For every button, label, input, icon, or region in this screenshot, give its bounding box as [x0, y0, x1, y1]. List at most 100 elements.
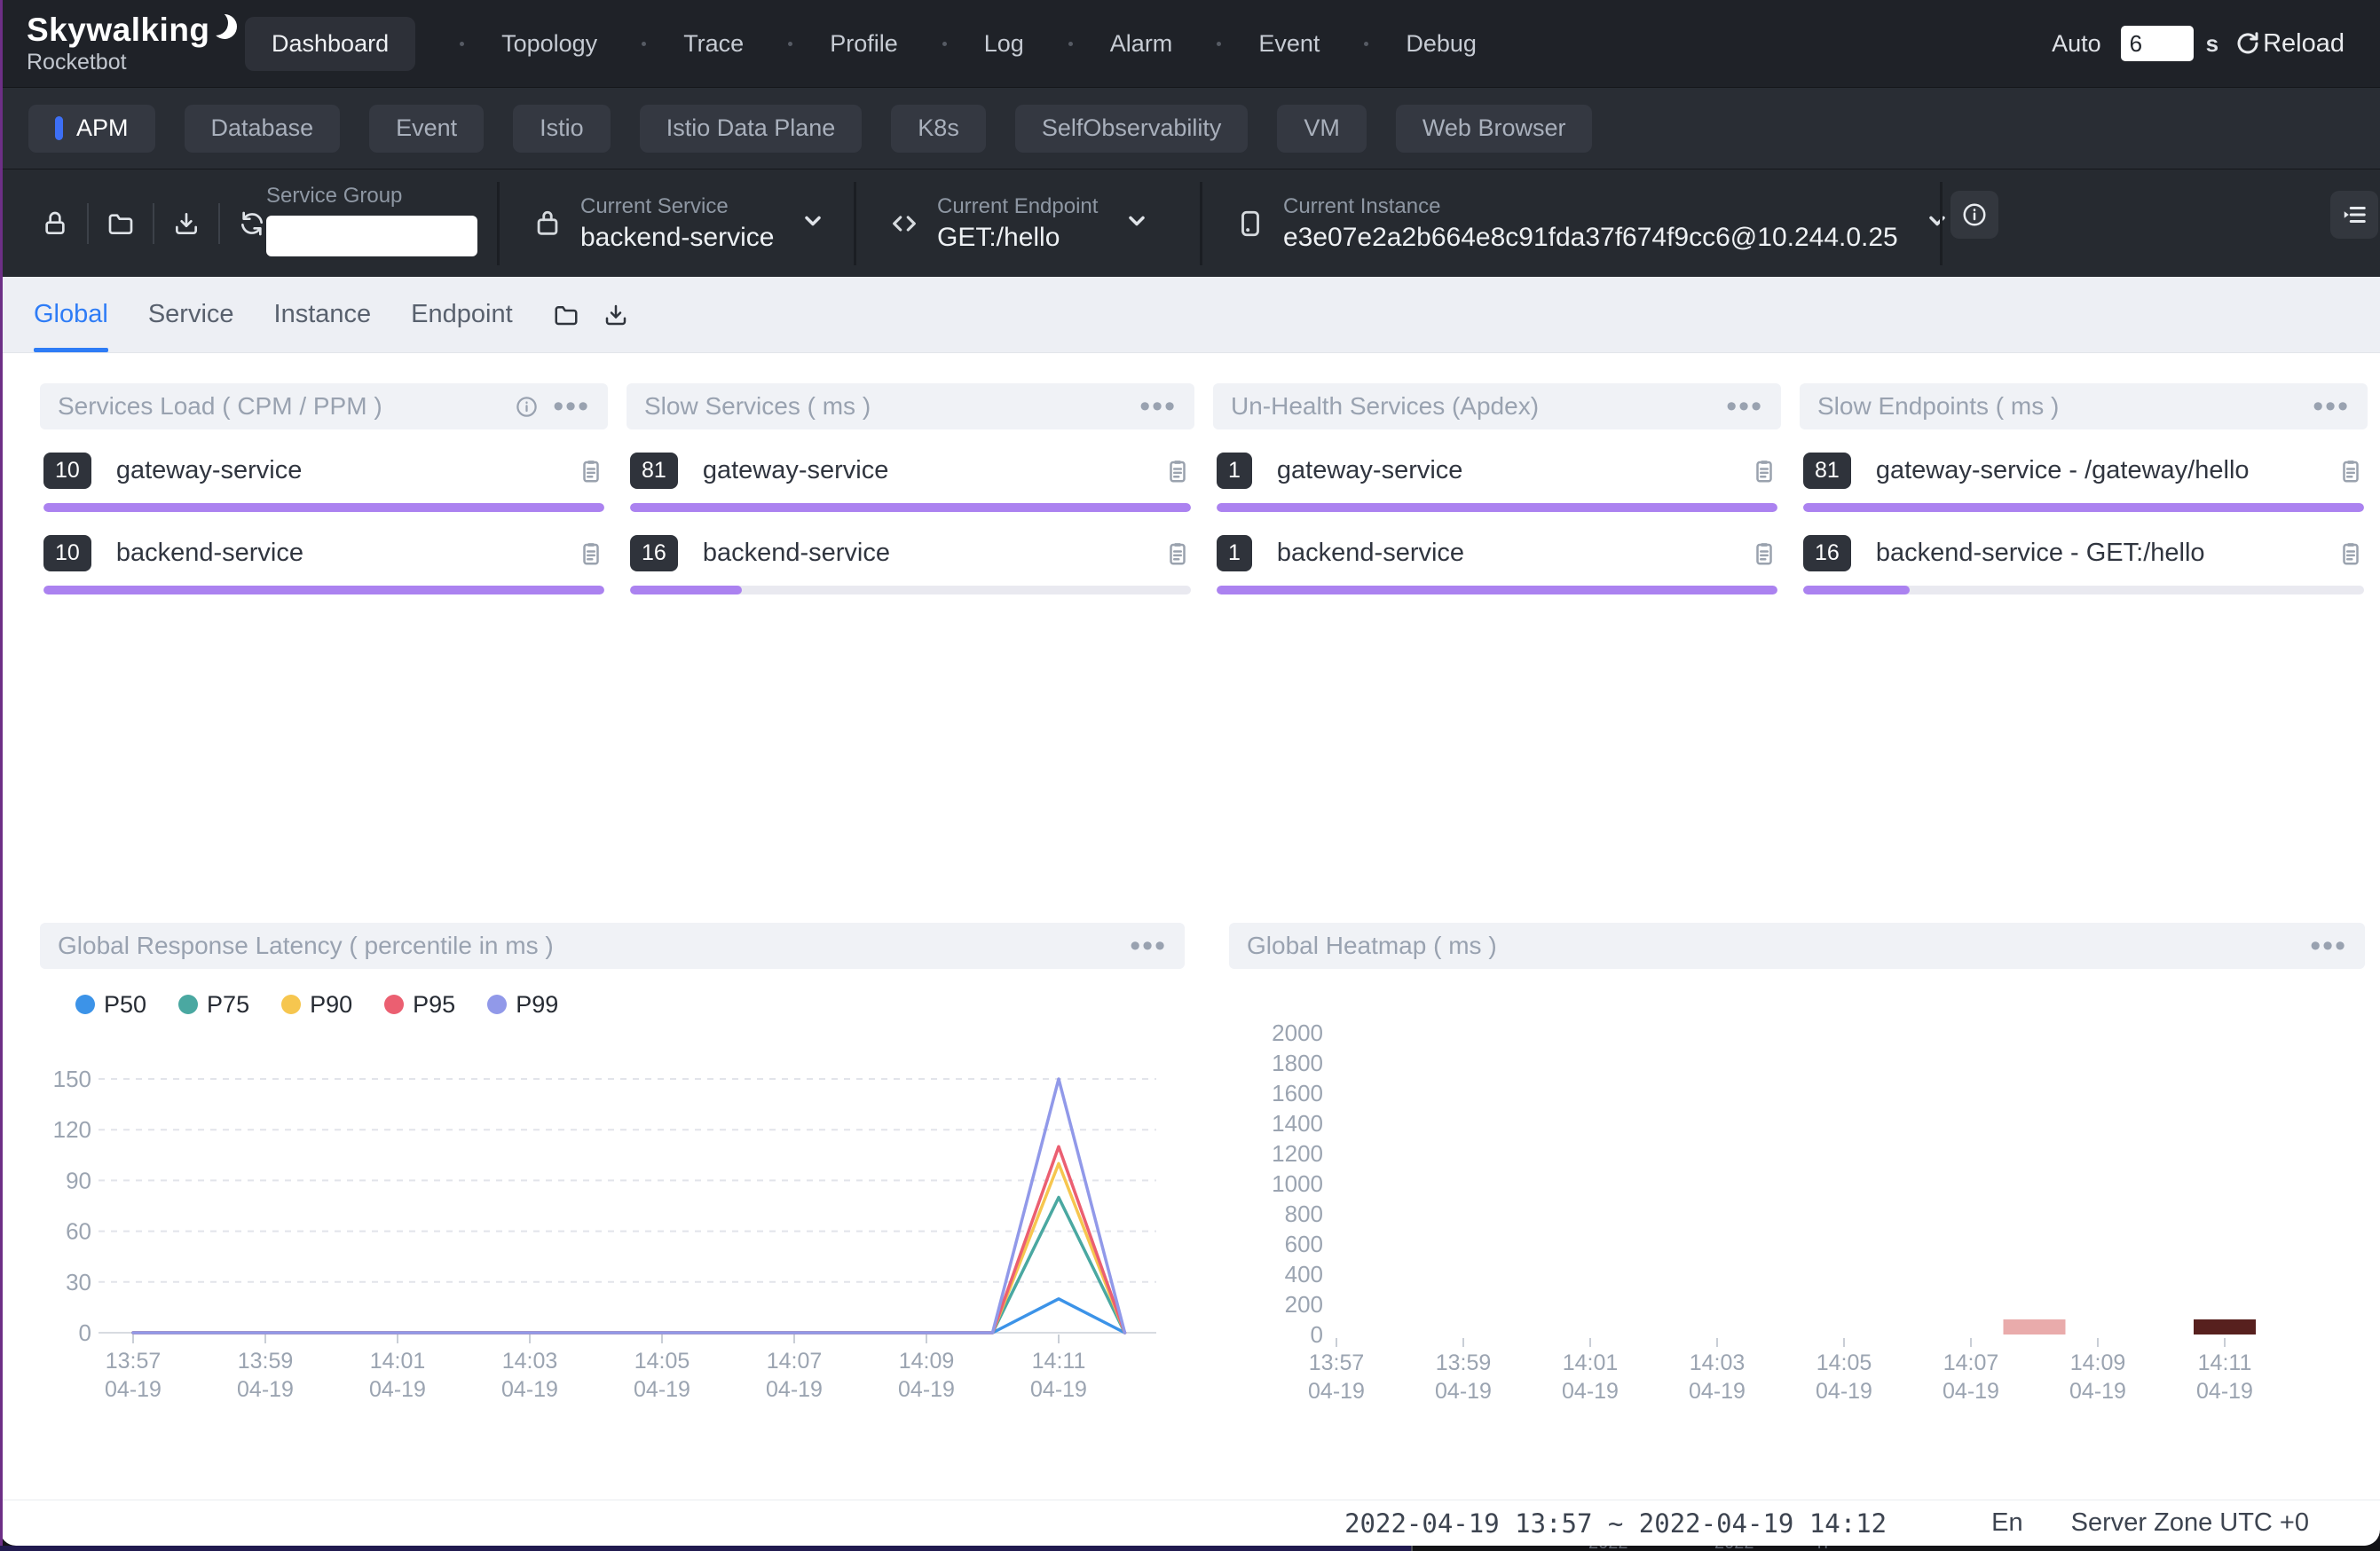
copy-button[interactable] — [2337, 540, 2364, 567]
nav-item-event[interactable]: Event — [1217, 30, 1320, 58]
category-button-k8s[interactable]: K8s — [891, 105, 986, 153]
collapse-panel-button[interactable] — [2330, 191, 2378, 239]
metric-value-badge: 10 — [43, 535, 91, 571]
nav-item-profile[interactable]: Profile — [788, 30, 898, 58]
nav-item-alarm[interactable]: Alarm — [1068, 30, 1173, 58]
svg-text:14:11: 14:11 — [1032, 1349, 1086, 1374]
category-button-web-browser[interactable]: Web Browser — [1396, 105, 1593, 153]
card-menu[interactable]: ••• — [1726, 398, 1763, 415]
language-switch[interactable]: En — [1991, 1508, 2022, 1538]
time-range-picker[interactable]: 2022-04-19 13:57 ~ 2022-04-19 14:12 — [1344, 1508, 1887, 1539]
card-menu[interactable]: ••• — [1139, 398, 1177, 415]
nav-item-topology[interactable]: Topology — [460, 30, 597, 58]
svg-text:14:11: 14:11 — [2198, 1350, 2252, 1375]
heatmap-card-menu[interactable]: ••• — [2310, 937, 2347, 955]
copy-button[interactable] — [1751, 458, 1777, 484]
seconds-label: s — [2206, 30, 2218, 58]
metric-name[interactable]: gateway-service — [116, 456, 303, 485]
category-button-istio-data-plane[interactable]: Istio Data Plane — [640, 105, 863, 153]
copy-button[interactable] — [1164, 458, 1191, 484]
svg-text:04-19: 04-19 — [2196, 1379, 2253, 1404]
category-button-vm[interactable]: VM — [1277, 105, 1367, 153]
current-instance-label: Current Instance — [1283, 194, 1898, 219]
category-button-apm[interactable]: APM — [28, 105, 155, 153]
clipboard-icon — [2337, 458, 2364, 484]
legend-item-p75[interactable]: P75 — [178, 991, 249, 1019]
current-endpoint-selector[interactable]: Current Endpoint GET:/hello — [889, 169, 1149, 277]
category-button-database[interactable]: Database — [185, 105, 341, 153]
card-title: Un-Health Services (Apdex) — [1231, 392, 1539, 421]
category-button-event[interactable]: Event — [369, 105, 484, 153]
folder-button[interactable] — [89, 209, 153, 238]
metric-name[interactable]: gateway-service — [703, 456, 889, 485]
category-button-istio[interactable]: Istio — [513, 105, 611, 153]
brand-logo[interactable]: Skywalking Rocketbot — [27, 12, 245, 75]
current-service-selector[interactable]: Current Service backend-service — [532, 169, 825, 277]
nav-item-label: Dashboard — [245, 17, 415, 71]
svg-text:04-19: 04-19 — [1943, 1379, 1999, 1404]
nav-item-dashboard[interactable]: Dashboard — [245, 17, 415, 71]
tab-global[interactable]: Global — [34, 277, 108, 352]
metric-value-badge: 1 — [1217, 453, 1252, 489]
svg-text:14:03: 14:03 — [1690, 1350, 1746, 1375]
nav-separator-dot — [460, 42, 464, 46]
copy-button[interactable] — [578, 540, 604, 567]
service-group-input[interactable] — [266, 216, 477, 256]
metric-bar-fill — [43, 586, 604, 594]
copy-button[interactable] — [1164, 540, 1191, 567]
legend-item-p90[interactable]: P90 — [281, 991, 352, 1019]
clipboard-icon — [1164, 540, 1191, 567]
nav-item-log[interactable]: Log — [942, 30, 1024, 58]
auto-interval-input[interactable] — [2121, 26, 2194, 61]
card-menu[interactable]: ••• — [553, 398, 590, 415]
legend-item-p50[interactable]: P50 — [75, 991, 146, 1019]
tab-export-button[interactable] — [603, 302, 629, 328]
copy-button[interactable] — [578, 458, 604, 484]
metric-item: 1backend-service — [1213, 535, 1781, 594]
metric-name[interactable]: backend-service - GET:/hello — [1876, 539, 2205, 568]
heatmap-chart[interactable]: 200018001600140012001000800600400200013:… — [1229, 994, 2365, 1411]
export-button[interactable] — [154, 209, 218, 238]
instance-dropdown-toggle[interactable] — [1925, 209, 1950, 238]
svg-text:14:05: 14:05 — [1817, 1350, 1872, 1375]
latency-line-chart[interactable]: 030609012015013:5704-1913:5904-1914:0104… — [40, 1042, 1185, 1459]
endpoint-dropdown-toggle[interactable] — [1124, 209, 1149, 238]
copy-button[interactable] — [1751, 540, 1777, 567]
category-button-selfobservability[interactable]: SelfObservability — [1015, 105, 1249, 153]
server-zone[interactable]: Server Zone UTC +0 — [2071, 1508, 2309, 1538]
svg-text:200: 200 — [1285, 1291, 1323, 1318]
category-label: Istio — [540, 114, 584, 142]
tab-endpoint[interactable]: Endpoint — [411, 277, 513, 352]
current-instance-selector[interactable]: Current Instance e3e07e2a2b664e8c91fda37… — [1235, 169, 1950, 277]
info-icon[interactable] — [515, 395, 539, 419]
lock-button[interactable] — [23, 209, 87, 238]
section-divider — [497, 182, 500, 265]
nav-item-debug[interactable]: Debug — [1364, 30, 1477, 58]
metric-name[interactable]: gateway-service - /gateway/hello — [1876, 456, 2250, 485]
metric-name[interactable]: gateway-service — [1277, 456, 1463, 485]
svg-text:04-19: 04-19 — [634, 1377, 690, 1402]
card-menu[interactable]: ••• — [2313, 398, 2350, 415]
nav-item-trace[interactable]: Trace — [642, 30, 744, 58]
service-lock-icon — [532, 209, 563, 239]
legend-item-p99[interactable]: P99 — [487, 991, 558, 1019]
svg-text:60: 60 — [66, 1218, 91, 1245]
reload-button[interactable]: Reload — [2234, 29, 2345, 59]
service-group-label: Service Group — [266, 184, 477, 209]
legend-item-p95[interactable]: P95 — [384, 991, 455, 1019]
svg-text:04-19: 04-19 — [105, 1377, 162, 1402]
tab-folder-button[interactable] — [553, 302, 579, 328]
metric-name[interactable]: backend-service — [1277, 539, 1464, 568]
info-button[interactable] — [1950, 191, 1998, 239]
lock-icon — [41, 209, 69, 238]
metric-name[interactable]: backend-service — [116, 539, 303, 568]
service-dropdown-toggle[interactable] — [800, 209, 825, 238]
folder-icon — [553, 302, 579, 328]
latency-card-menu[interactable]: ••• — [1130, 937, 1167, 955]
svg-text:13:57: 13:57 — [1309, 1350, 1365, 1375]
tab-instance[interactable]: Instance — [274, 277, 372, 352]
tab-service[interactable]: Service — [148, 277, 234, 352]
metric-name[interactable]: backend-service — [703, 539, 890, 568]
copy-button[interactable] — [2337, 458, 2364, 484]
category-label: Database — [211, 114, 314, 142]
